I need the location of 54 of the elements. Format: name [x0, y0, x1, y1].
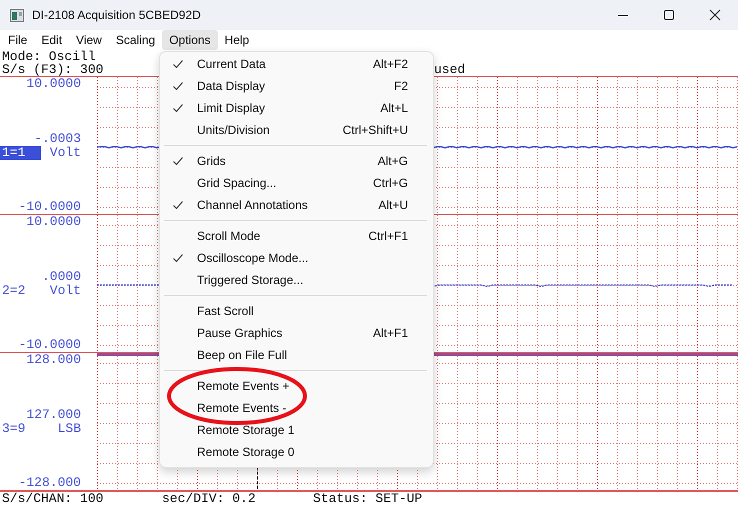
maximize-icon: [663, 9, 675, 21]
checkmark-icon: [172, 103, 184, 113]
menu-item[interactable]: Edit: [34, 30, 70, 50]
checkmark-icon: [172, 59, 184, 69]
close-icon: [709, 9, 721, 21]
menu-option[interactable]: Scroll Mode Ctrl+F1: [160, 225, 433, 247]
channel-unit: LSB: [58, 422, 81, 436]
menu-option[interactable]: Remote Events -: [160, 397, 433, 419]
acquisition-status: Status: SET-UP: [313, 492, 424, 506]
menu-option[interactable]: Remote Storage 1: [160, 419, 433, 441]
scale-max: 128.000: [25, 353, 82, 367]
channel-unit: Volt: [50, 284, 81, 298]
channel-unit: Volt: [50, 146, 81, 160]
menu-option[interactable]: Triggered Storage...: [160, 269, 433, 291]
menu-option[interactable]: Beep on File Full: [160, 344, 433, 366]
menu-option[interactable]: Grid Spacing... Ctrl+G: [160, 172, 433, 194]
menu-option[interactable]: Remote Events +: [160, 375, 433, 397]
menu-option[interactable]: Remote Storage 0: [160, 441, 433, 463]
scale-min: -10.0000: [18, 338, 82, 352]
channel-id[interactable]: 2=2: [0, 284, 41, 298]
channel-id[interactable]: 1=1: [0, 146, 41, 160]
menu-item[interactable]: Scaling: [108, 30, 162, 50]
time-division: sec/DIV: 0.2: [162, 492, 257, 506]
checkmark-icon: [172, 81, 184, 91]
menu-option[interactable]: Grids Alt+G: [160, 150, 433, 172]
menu-option[interactable]: Fast Scroll: [160, 300, 433, 322]
menu-option[interactable]: Limit Display Alt+L: [160, 97, 433, 119]
menu-item[interactable]: File: [1, 30, 34, 50]
mode-label: Mode: Oscill: [2, 50, 97, 63]
channel-rate: S/s/CHAN: 100: [2, 492, 104, 506]
scale-max: 10.0000: [25, 215, 82, 229]
menu-item[interactable]: Help: [218, 30, 256, 50]
menu-option[interactable]: Pause Graphics Alt+F1: [160, 322, 433, 344]
menu-option[interactable]: Oscilloscope Mode...: [160, 247, 433, 269]
scale-min: -128.000: [18, 476, 82, 490]
menu-option[interactable]: Current Data Alt+F2: [160, 53, 433, 75]
menu-option[interactable]: Data Display F2: [160, 75, 433, 97]
menu-item[interactable]: Options: [162, 30, 218, 50]
checkmark-icon: [172, 200, 184, 210]
checkmark-icon: [172, 156, 184, 166]
scale-min: -10.0000: [18, 200, 82, 214]
current-value: .0000: [40, 270, 82, 284]
status-text: used: [434, 63, 466, 76]
scale-max: 10.0000: [25, 77, 82, 91]
current-value: 127.000: [25, 408, 82, 422]
checkmark-icon: [172, 253, 184, 263]
sample-rate: S/s (F3): 300: [2, 63, 104, 76]
current-value: -.0003: [33, 132, 82, 146]
channel-id[interactable]: 3=9: [0, 422, 41, 436]
menu-option[interactable]: Units/Division Ctrl+Shift+U: [160, 119, 433, 141]
app-icon: [10, 8, 24, 22]
menu-item[interactable]: View: [69, 30, 109, 50]
menu-option[interactable]: Channel Annotations Alt+U: [160, 194, 433, 216]
window-title: DI-2108 Acquisition 5CBED92D: [32, 8, 202, 22]
